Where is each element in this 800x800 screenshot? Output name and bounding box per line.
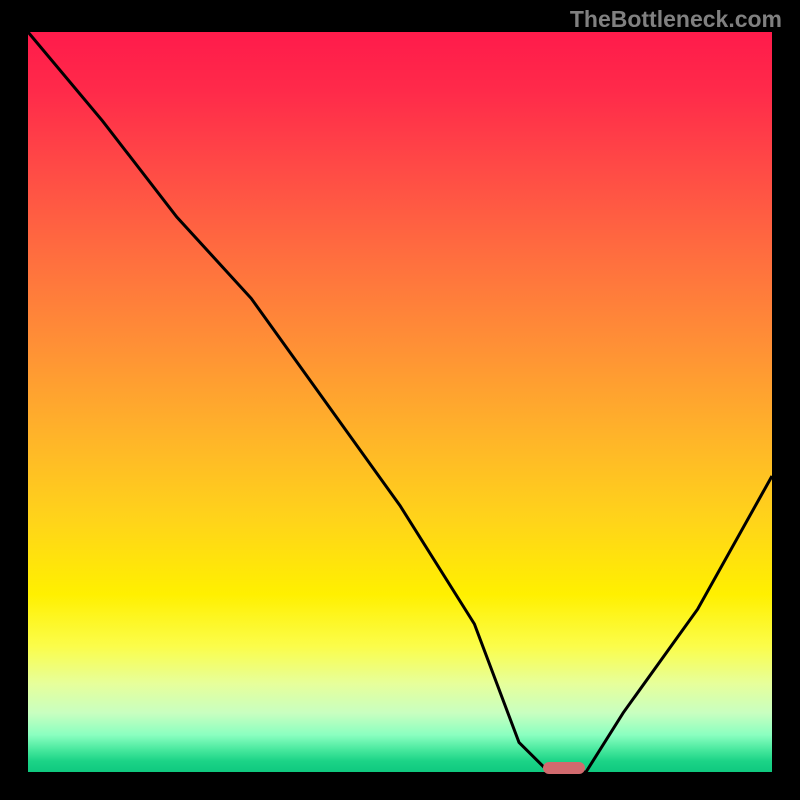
bottleneck-curve bbox=[28, 32, 772, 772]
plot-area bbox=[28, 32, 772, 772]
watermark-text: TheBottleneck.com bbox=[570, 6, 782, 33]
curve-line bbox=[28, 32, 772, 772]
optimal-marker bbox=[543, 762, 585, 774]
